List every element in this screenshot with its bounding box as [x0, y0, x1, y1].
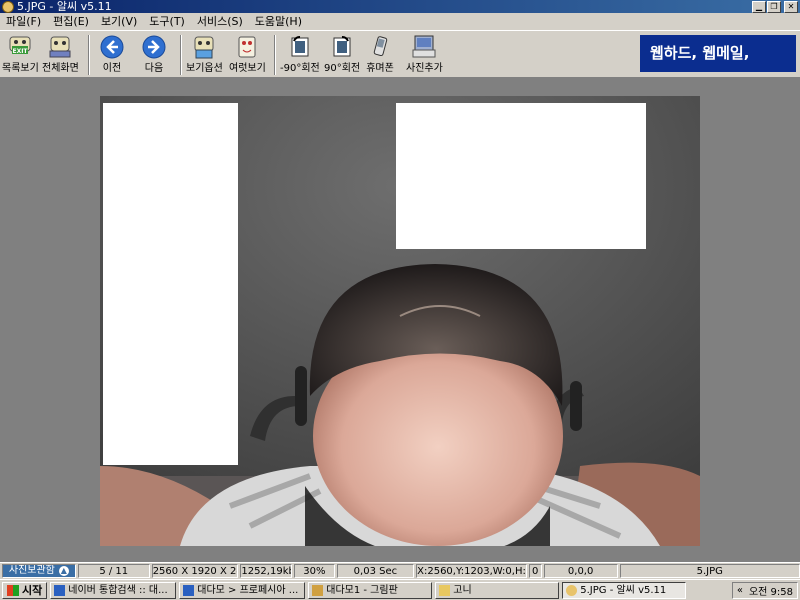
album-label: 사진보관함 — [8, 565, 55, 576]
phone-icon — [366, 33, 394, 61]
taskbar: 시작 네이버 통합검색 :: 대... 대다모 > 프로페시아 ... 대다모1… — [0, 579, 800, 600]
view-options-icon — [190, 33, 218, 61]
menu-file[interactable]: 파일(F) — [0, 13, 47, 30]
fullscreen-icon — [46, 33, 74, 61]
rotate-ccw-button[interactable]: -90°회전 — [280, 33, 320, 77]
close-button[interactable]: ✕ — [784, 1, 798, 13]
window-controls: ▁ ❐ ✕ — [752, 1, 798, 13]
status-pos: 0,0,0 — [543, 564, 618, 578]
start-label: 시작 — [22, 583, 43, 597]
prev-label: 이전 — [102, 63, 122, 74]
toolbar-separator — [88, 35, 90, 75]
album-icon — [410, 33, 438, 61]
menu-view[interactable]: 보기(V) — [95, 13, 143, 30]
multi-view-label: 여럿보기 — [229, 63, 266, 74]
alsee-icon — [566, 584, 578, 596]
rotate-cw-button[interactable]: 90°회전 — [324, 33, 360, 77]
photo-image — [100, 96, 700, 546]
view-options-label: 보기옵션 — [186, 63, 223, 74]
rotate-ccw-icon — [286, 33, 314, 61]
menu-tools[interactable]: 도구(T) — [143, 13, 191, 30]
title-bar: 5.JPG - 알씨 v5.11 ▁ ❐ ✕ — [0, 0, 800, 13]
minimize-button[interactable]: ▁ — [752, 1, 766, 13]
toolbar-separator — [274, 35, 276, 75]
task-alsee[interactable]: 5.JPG - 알씨 v5.11 — [562, 581, 687, 599]
add-photo-label: 사진추가 — [406, 63, 443, 74]
album-selector[interactable]: 사진보관함 ▲ — [2, 564, 76, 578]
status-extra: 0 — [528, 564, 542, 578]
clock: 오전 9:58 — [748, 586, 793, 598]
status-dimensions: 2560 X 1920 X 24b — [151, 564, 239, 578]
status-index: 5 / 11 — [77, 564, 150, 578]
arrow-left-icon — [98, 33, 126, 61]
start-button[interactable]: 시작 — [2, 581, 48, 599]
next-label: 다음 — [144, 63, 164, 74]
task-label: 고니 — [453, 584, 472, 596]
status-filesize: 1252,19kb — [240, 564, 293, 578]
menu-help[interactable]: 도움말(H) — [249, 13, 308, 30]
status-zoom: 30% — [294, 564, 335, 578]
fullscreen-label: 전체화면 — [42, 63, 79, 74]
task-paint[interactable]: 대다모1 - 그림판 — [308, 581, 433, 599]
view-options-button[interactable]: 보기옵션 — [186, 33, 223, 77]
window-title: 5.JPG - 알씨 v5.11 — [17, 0, 112, 13]
rotate-cw-icon — [328, 33, 356, 61]
browser-icon — [54, 584, 66, 596]
task-label: 대다모1 - 그림판 — [326, 584, 398, 596]
task-label: 5.JPG - 알씨 v5.11 — [580, 584, 667, 596]
status-filename: 5.JPG — [619, 564, 800, 578]
prev-button[interactable]: 이전 — [98, 33, 126, 77]
task-label: 네이버 통합검색 :: 대... — [68, 584, 168, 596]
multi-view-icon — [233, 33, 261, 61]
photo — [100, 96, 700, 546]
arrow-right-icon — [140, 33, 168, 61]
svg-text:EXIT: EXIT — [13, 48, 29, 55]
browser-icon — [183, 584, 195, 596]
task-folder[interactable]: 고니 — [435, 581, 560, 599]
trash-label: 휴며폰 — [366, 63, 394, 74]
chevron-up-icon: ▲ — [58, 566, 69, 576]
status-coords: X:2560,Y:1203,W:0,H:0 — [416, 564, 527, 578]
toolbar-separator — [180, 35, 182, 75]
task-label: 대다모 > 프로페시아 ... — [197, 584, 299, 596]
windows-logo-icon — [7, 584, 19, 596]
restore-button[interactable]: ❐ — [767, 1, 781, 13]
multi-view-button[interactable]: 여럿보기 — [229, 33, 266, 77]
menu-service[interactable]: 서비스(S) — [191, 13, 249, 30]
status-time: 0,03 Sec — [336, 564, 415, 578]
rotate-ccw-label: -90°회전 — [280, 63, 320, 74]
status-bar: 사진보관함 ▲ 5 / 11 2560 X 1920 X 24b 1252,19… — [0, 562, 800, 579]
task-dadamo[interactable]: 대다모 > 프로페시아 ... — [179, 581, 306, 599]
system-tray: « 오전 9:58 — [731, 581, 798, 599]
tray-expand-icon[interactable]: « — [737, 585, 743, 596]
list-view-button[interactable]: EXIT 목록보기 — [2, 33, 39, 77]
rotate-cw-label: 90°회전 — [324, 63, 361, 74]
image-viewer — [0, 78, 800, 562]
app-icon — [2, 0, 14, 13]
paint-icon — [312, 584, 324, 596]
menu-bar: 파일(F) 편집(E) 보기(V) 도구(T) 서비스(S) 도움말(H) — [0, 13, 800, 30]
ad-banner[interactable]: 웹하드, 웹메일, — [640, 35, 796, 72]
exit-list-icon: EXIT — [6, 33, 34, 61]
menu-edit[interactable]: 편집(E) — [47, 13, 95, 30]
fullscreen-button[interactable]: 전체화면 — [42, 33, 79, 77]
next-button[interactable]: 다음 — [140, 33, 168, 77]
list-view-label: 목록보기 — [2, 63, 39, 74]
trash-button[interactable]: 휴며폰 — [366, 33, 394, 77]
task-naver[interactable]: 네이버 통합검색 :: 대... — [50, 581, 177, 599]
add-photo-button[interactable]: 사진추가 — [406, 33, 443, 77]
folder-icon — [439, 584, 451, 596]
